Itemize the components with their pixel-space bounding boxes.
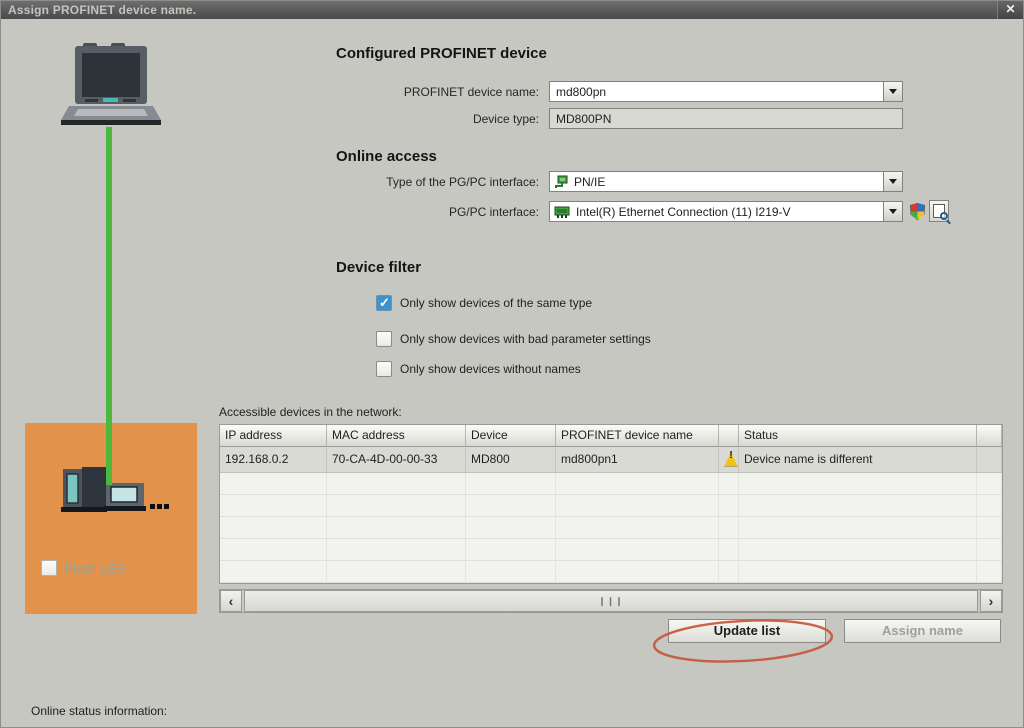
chevron-right-icon: › <box>989 593 994 609</box>
pnie-network-icon <box>554 175 568 189</box>
checkbox-same-type[interactable]: ✓ <box>376 295 392 311</box>
pgpc-type-dropdown-button[interactable] <box>883 172 902 191</box>
grip-icon: ❙❙❙ <box>598 596 624 607</box>
table-row[interactable]: 192.168.0.2 70-CA-4D-00-00-33 MD800 md80… <box>220 447 1002 473</box>
cell-ip: 192.168.0.2 <box>220 447 327 473</box>
check-icon: ✓ <box>379 295 390 311</box>
device-name-value: md800pn <box>550 85 883 99</box>
checkbox-bad-params[interactable]: ✓ <box>376 331 392 347</box>
device-name-combo[interactable]: md800pn <box>549 81 903 102</box>
cell-status: Device name is different <box>739 447 977 473</box>
chevron-left-icon: ‹ <box>229 593 234 609</box>
laptop-icon <box>61 43 161 129</box>
assign-name-button[interactable]: Assign name <box>844 619 1001 643</box>
col-status[interactable]: Status <box>739 425 977 447</box>
checkbox-bad-params-label: Only show devices with bad parameter set… <box>400 332 651 346</box>
flash-led-label: Flash LED <box>65 561 126 576</box>
chevron-down-icon <box>889 209 897 214</box>
online-access-heading: Online access <box>336 148 437 165</box>
table-row-empty[interactable] <box>220 561 1002 583</box>
close-icon: ✕ <box>1005 2 1015 16</box>
col-profinet-name[interactable]: PROFINET device name <box>556 425 719 447</box>
col-ip-address[interactable]: IP address <box>220 425 327 447</box>
table-row-empty[interactable] <box>220 539 1002 561</box>
device-name-dropdown-button[interactable] <box>883 82 902 101</box>
table-row-empty[interactable] <box>220 473 1002 495</box>
pgpc-type-combo[interactable]: PN/IE <box>549 171 903 192</box>
show-accessible-devices-button[interactable] <box>929 200 949 222</box>
device-name-label: PROFINET device name: <box>231 85 539 99</box>
assign-profinet-dialog: Assign PROFINET device name. ✕ <box>0 0 1024 728</box>
magnifier-document-icon <box>933 204 945 218</box>
security-shield-icon <box>910 203 925 220</box>
pgpc-if-combo[interactable]: Intel(R) Ethernet Connection (11) I219-V <box>549 201 903 222</box>
col-status-icon <box>719 425 739 447</box>
pgpc-if-dropdown-button[interactable] <box>883 202 902 221</box>
checkbox-same-type-label: Only show devices of the same type <box>400 296 592 310</box>
checkbox-without-names-label: Only show devices without names <box>400 362 581 376</box>
col-device[interactable]: Device <box>466 425 556 447</box>
chevron-down-icon <box>889 89 897 94</box>
network-properties-button[interactable] <box>908 201 927 222</box>
device-type-label: Device type: <box>231 112 539 126</box>
cell-name: md800pn1 <box>556 447 719 473</box>
dialog-title: Assign PROFINET device name. <box>8 3 196 17</box>
device-type-value: MD800PN <box>550 112 902 126</box>
close-button[interactable]: ✕ <box>997 1 1023 19</box>
table-row-empty[interactable] <box>220 495 1002 517</box>
col-filler <box>977 425 1002 447</box>
dialog-titlebar[interactable]: Assign PROFINET device name. <box>1 1 1024 19</box>
accessible-devices-table: IP address MAC address Device PROFINET d… <box>219 424 1003 584</box>
network-card-icon <box>554 205 570 218</box>
warning-icon: ! <box>724 453 738 467</box>
pgpc-type-label: Type of the PG/PC interface: <box>231 175 539 189</box>
cell-mac: 70-CA-4D-00-00-33 <box>327 447 466 473</box>
table-row-empty[interactable] <box>220 517 1002 539</box>
cell-device: MD800 <box>466 447 556 473</box>
configured-device-heading: Configured PROFINET device <box>336 45 547 62</box>
scroll-right-button[interactable]: › <box>980 590 1002 612</box>
device-filter-heading: Device filter <box>336 259 421 276</box>
scrollbar-thumb[interactable]: ❙❙❙ <box>244 590 978 612</box>
pgpc-if-label: PG/PC interface: <box>231 205 539 219</box>
table-caption: Accessible devices in the network: <box>219 405 402 419</box>
scroll-left-button[interactable]: ‹ <box>220 590 242 612</box>
table-empty-rows <box>220 473 1002 583</box>
pgpc-type-value: PN/IE <box>568 175 883 189</box>
chevron-down-icon <box>889 179 897 184</box>
update-list-button[interactable]: Update list <box>668 619 826 643</box>
table-header-row: IP address MAC address Device PROFINET d… <box>220 425 1002 447</box>
flash-led-checkbox[interactable] <box>41 560 57 576</box>
checkbox-without-names[interactable]: ✓ <box>376 361 392 377</box>
network-cable <box>106 127 112 485</box>
device-type-field: MD800PN <box>549 108 903 129</box>
pgpc-if-value: Intel(R) Ethernet Connection (11) I219-V <box>570 205 883 219</box>
col-mac-address[interactable]: MAC address <box>327 425 466 447</box>
online-status-label: Online status information: <box>31 704 167 718</box>
cell-status-icon: ! <box>719 447 739 473</box>
table-horizontal-scrollbar[interactable]: ‹ ❙❙❙ › <box>219 589 1003 613</box>
